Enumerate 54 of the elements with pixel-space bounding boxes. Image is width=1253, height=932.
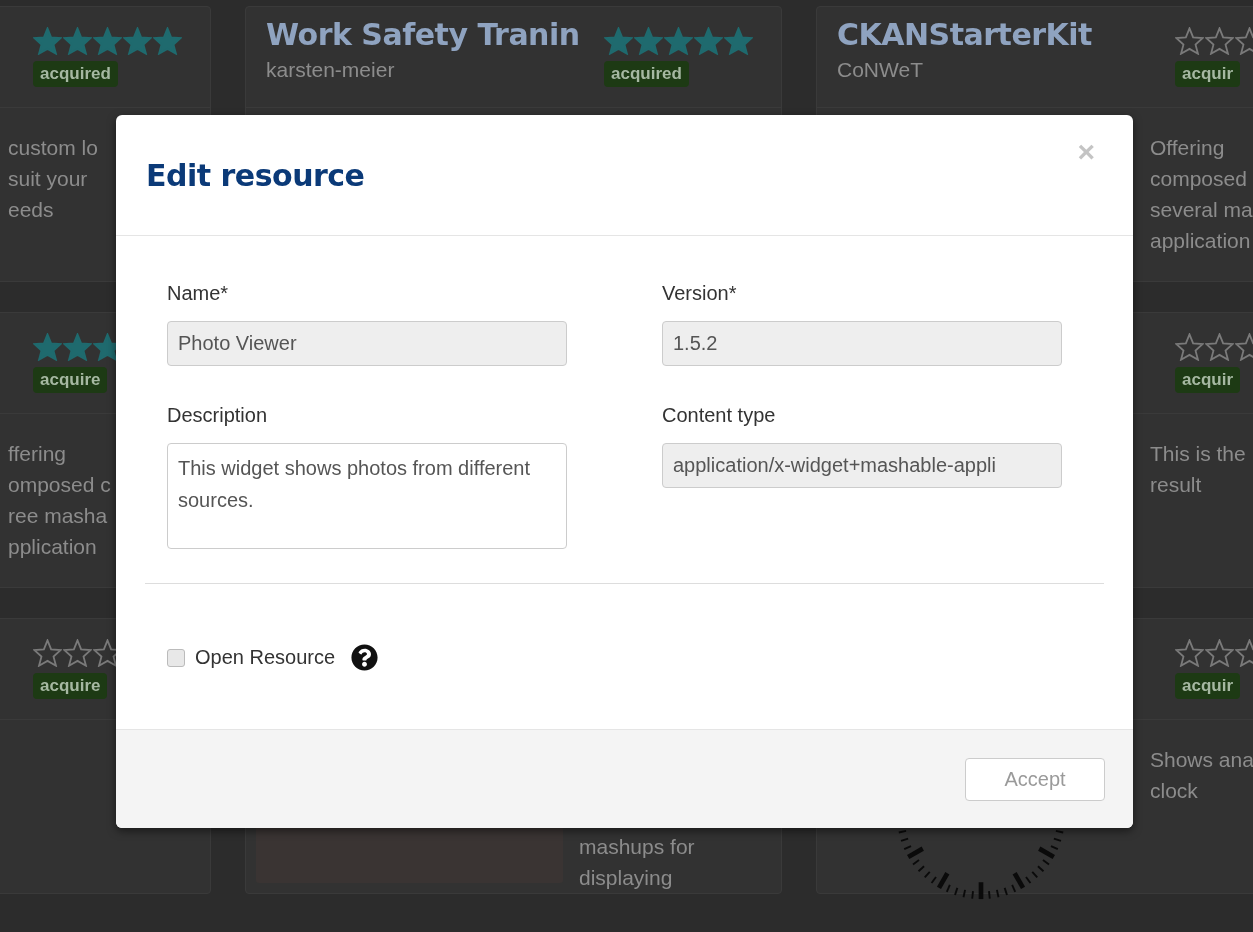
card-description: composed [1150,166,1247,192]
card-description: ffering [8,441,66,467]
field-label: Description [167,404,269,427]
star-icon [63,639,92,667]
star-icon [153,27,182,55]
star-icon [1175,27,1204,55]
card-title: CKANStarterKit [837,17,1093,52]
field-label: Version* [662,282,738,305]
card-description: ree masha [8,503,108,529]
status-badge: acquire [33,367,108,393]
card-description: eeds [8,197,54,223]
card-author: CoNWeT [837,58,924,82]
card-title: Work Safety Tranin [266,17,581,52]
field-label: Content type [662,404,777,427]
status-badge: acquire [33,673,108,699]
star-icon [33,639,62,667]
checkbox-label: Open Resource [195,646,336,669]
star-icon [93,27,122,55]
card-description: displaying [579,865,673,891]
card-description: suit your [8,166,88,192]
star-icon [63,27,92,55]
status-badge: acquir [1175,61,1241,87]
card-author: karsten-meier [266,58,396,82]
card-description: several ma [1150,197,1253,223]
dialog-title: Edit resource [146,157,365,193]
card-description: Offering [1150,135,1225,161]
star-icon [33,27,62,55]
star-icon [694,27,723,55]
star-icon [1175,333,1204,361]
star-icon [724,27,753,55]
star-icon [63,333,92,361]
star-icon [1175,639,1204,667]
status-badge: acquired [33,61,118,87]
field-label: Name* [167,282,230,305]
status-badge: acquir [1175,673,1241,699]
card-description: This is the [1150,441,1246,467]
star-icon [664,27,693,55]
checkbox[interactable] [167,648,185,667]
card-description: pplication [8,534,97,560]
card-description: result [1150,472,1202,498]
star-icon [604,27,633,55]
card-description: mashups for [579,834,695,860]
card-description: Shows ana [1150,747,1253,773]
card-description: clock [1150,778,1198,804]
star-icon [123,27,152,55]
card-description: application [1150,228,1251,254]
description-field[interactable]: This widget shows photos from different sources. [167,443,567,549]
help-icon[interactable] [351,644,379,671]
card-description: omposed c [8,472,111,498]
status-badge: acquired [604,61,689,87]
status-badge: acquir [1175,367,1241,393]
card-description: custom lo [8,135,98,161]
star-icon [33,333,62,361]
star-icon [634,27,663,55]
